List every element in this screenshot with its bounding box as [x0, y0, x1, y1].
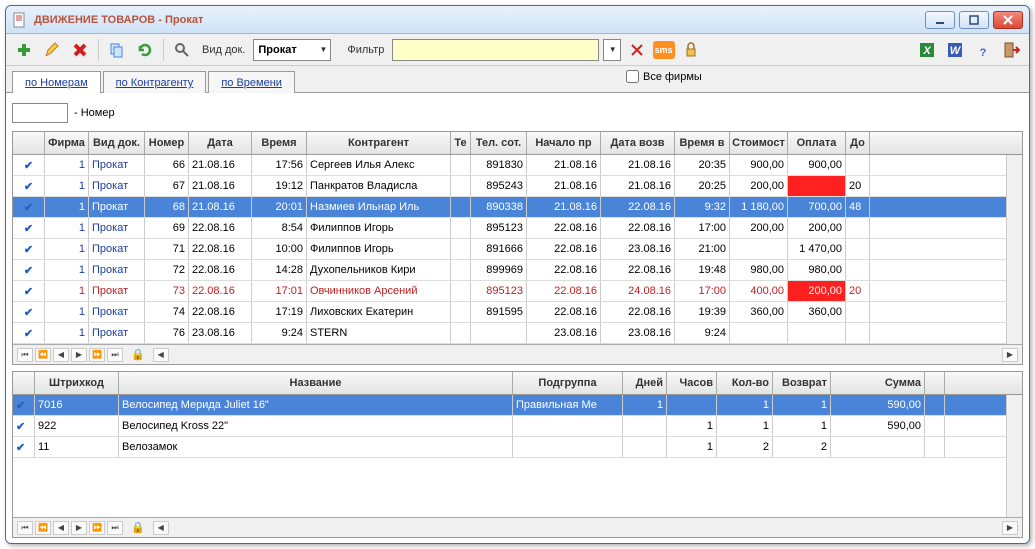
filter-clear-button[interactable]: [625, 38, 649, 62]
col-qty[interactable]: Кол-во: [717, 372, 773, 394]
table-row[interactable]: ✔ 1Прокат 6721.08.16 19:12Панкратов Влад…: [13, 176, 1006, 197]
grid-navigator: ⏮ ⏪ ◀ ▶ ⏩ ⏭ 🔒 ◀ ▶: [13, 344, 1022, 364]
window: ДВИЖЕНИЕ ТОВАРОВ - Прокат Вид док. Прока…: [5, 5, 1030, 544]
col-barcode[interactable]: Штрихкод: [35, 372, 119, 394]
detail-row[interactable]: ✔ 11Велозамок 12 2: [13, 437, 1006, 458]
grid-body[interactable]: ✔ 1Прокат 6621.08.16 17:56Сергеев Илья А…: [13, 155, 1006, 344]
tab-by-time[interactable]: по Времени: [208, 71, 295, 93]
col-rettime[interactable]: Время в: [675, 132, 730, 154]
detail-body[interactable]: ✔ 7016Велосипед Мерида Juliet 16" Правил…: [13, 395, 1006, 517]
search-button[interactable]: [170, 38, 194, 62]
titlebar: ДВИЖЕНИЕ ТОВАРОВ - Прокат: [6, 6, 1029, 34]
close-button[interactable]: [993, 11, 1023, 29]
tab-by-number[interactable]: по Номерам: [12, 71, 101, 93]
all-firms-checkbox[interactable]: Все фирмы: [626, 70, 702, 83]
col-date[interactable]: Дата: [189, 132, 252, 154]
col-retdate[interactable]: Дата возв: [601, 132, 675, 154]
doctype-select[interactable]: Прокат: [253, 39, 331, 61]
col-doctype[interactable]: Вид док.: [89, 132, 145, 154]
table-row[interactable]: ✔ 1Прокат 7422.08.16 17:19Лиховских Екат…: [13, 302, 1006, 323]
detail-nav-lock-icon: 🔒: [131, 521, 145, 534]
refresh-button[interactable]: [133, 38, 157, 62]
exit-button[interactable]: [999, 38, 1023, 62]
col-days[interactable]: Дней: [623, 372, 667, 394]
nav-first[interactable]: ⏮: [17, 348, 33, 362]
nav-last[interactable]: ⏭: [107, 348, 123, 362]
col-sum[interactable]: Сумма: [831, 372, 925, 394]
doctype-label: Вид док.: [198, 44, 249, 56]
number-label: - Номер: [74, 107, 115, 119]
nav-hscroll-right[interactable]: ▶: [1002, 348, 1018, 362]
word-button[interactable]: W: [943, 38, 967, 62]
col-tel[interactable]: Те: [451, 132, 471, 154]
detail-nav-hscroll-right[interactable]: ▶: [1002, 521, 1018, 535]
maximize-button[interactable]: [959, 11, 989, 29]
nav-prev[interactable]: ◀: [53, 348, 69, 362]
copy-button[interactable]: [105, 38, 129, 62]
app-icon: [12, 12, 28, 28]
detail-grid: Штрихкод Название Подгруппа Дней Часов К…: [12, 371, 1023, 538]
col-number[interactable]: Номер: [145, 132, 189, 154]
lock-button[interactable]: [679, 38, 703, 62]
excel-button[interactable]: X: [915, 38, 939, 62]
nav-hscroll-left[interactable]: ◀: [153, 348, 169, 362]
tab-by-counterparty[interactable]: по Контрагенту: [103, 71, 207, 93]
nav-prevpage[interactable]: ⏪: [35, 348, 51, 362]
col-hours[interactable]: Часов: [667, 372, 717, 394]
minimize-button[interactable]: [925, 11, 955, 29]
col-time[interactable]: Время: [252, 132, 307, 154]
add-button[interactable]: [12, 38, 36, 62]
toolbar: Вид док. Прокат Фильтр sms X W ?: [6, 34, 1029, 66]
col-ext[interactable]: До: [846, 132, 870, 154]
detail-nav-first[interactable]: ⏮: [17, 521, 33, 535]
col-return[interactable]: Возврат: [773, 372, 831, 394]
detail-nav-next[interactable]: ▶: [71, 521, 87, 535]
detail-row[interactable]: ✔ 7016Велосипед Мерида Juliet 16" Правил…: [13, 395, 1006, 416]
col-name[interactable]: Название: [119, 372, 513, 394]
tabs: по Номерам по Контрагенту по Времени: [12, 70, 297, 92]
svg-text:?: ?: [980, 47, 987, 59]
col-firm[interactable]: Фирма: [45, 132, 89, 154]
scrollbar-vertical[interactable]: [1006, 155, 1022, 344]
table-row[interactable]: ✔ 1Прокат 7122.08.16 10:00Филиппов Игорь…: [13, 239, 1006, 260]
detail-nav-last[interactable]: ⏭: [107, 521, 123, 535]
nav-lock-icon: 🔒: [131, 348, 145, 361]
detail-navigator: ⏮ ⏪ ◀ ▶ ⏩ ⏭ 🔒 ◀ ▶: [13, 517, 1022, 537]
col-start[interactable]: Начало пр: [527, 132, 601, 154]
filter-input[interactable]: [392, 39, 598, 61]
detail-nav-nextpage[interactable]: ⏩: [89, 521, 105, 535]
table-row[interactable]: ✔ 1Прокат 6922.08.16 8:54Филиппов Игорь …: [13, 218, 1006, 239]
table-row[interactable]: ✔ 1Прокат 6821.08.16 20:01Назмиев Ильнар…: [13, 197, 1006, 218]
table-row[interactable]: ✔ 1Прокат 6621.08.16 17:56Сергеев Илья А…: [13, 155, 1006, 176]
col-agent[interactable]: Контрагент: [307, 132, 451, 154]
col-pay[interactable]: Оплата: [788, 132, 846, 154]
window-title: ДВИЖЕНИЕ ТОВАРОВ - Прокат: [34, 14, 925, 26]
col-cost[interactable]: Стоимост: [730, 132, 788, 154]
table-row[interactable]: ✔ 1Прокат 7322.08.16 17:01Овчинников Арс…: [13, 281, 1006, 302]
detail-nav-hscroll-left[interactable]: ◀: [153, 521, 169, 535]
edit-button[interactable]: [40, 38, 64, 62]
number-input[interactable]: [12, 103, 68, 123]
nav-nextpage[interactable]: ⏩: [89, 348, 105, 362]
filter-label: Фильтр: [343, 44, 388, 56]
svg-text:X: X: [922, 45, 931, 57]
filter-dropdown[interactable]: [603, 39, 621, 61]
col-subgroup[interactable]: Подгруппа: [513, 372, 623, 394]
detail-nav-prevpage[interactable]: ⏪: [35, 521, 51, 535]
col-telcot[interactable]: Тел. сот.: [471, 132, 527, 154]
svg-text:W: W: [950, 45, 962, 57]
detail-row[interactable]: ✔ 922Велосипед Kross 22" 11 1590,00: [13, 416, 1006, 437]
nav-next[interactable]: ▶: [71, 348, 87, 362]
sms-button[interactable]: sms: [653, 41, 675, 59]
detail-scrollbar-vertical[interactable]: [1006, 395, 1022, 517]
main-grid: Фирма Вид док. Номер Дата Время Контраге…: [12, 131, 1023, 365]
detail-nav-prev[interactable]: ◀: [53, 521, 69, 535]
table-row[interactable]: ✔ 1Прокат 7222.08.16 14:28Духопельников …: [13, 260, 1006, 281]
help-button[interactable]: ?: [971, 38, 995, 62]
delete-button[interactable]: [68, 38, 92, 62]
table-row[interactable]: ✔ 1Прокат 7623.08.16 9:24STERN 23.08.162…: [13, 323, 1006, 344]
